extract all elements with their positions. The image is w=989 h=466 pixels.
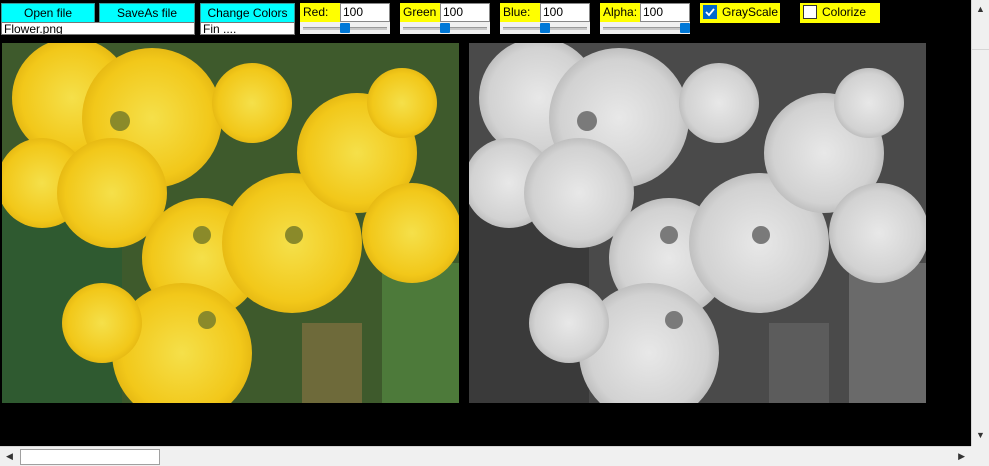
green-slider[interactable] (400, 22, 490, 34)
red-label: Red: (300, 3, 340, 23)
green-label: Green (400, 3, 440, 23)
red-value-input[interactable]: 100 (340, 3, 390, 22)
alpha-slider-track (603, 27, 687, 30)
scroll-down-icon[interactable]: ▼ (976, 431, 985, 440)
scroll-right-icon[interactable]: ▶ (958, 452, 965, 461)
grayscale-flower-picture (469, 43, 926, 403)
red-slider-thumb[interactable] (340, 23, 350, 33)
alpha-slider[interactable] (600, 22, 690, 34)
grayscale-label: GrayScale (722, 5, 779, 19)
horizontal-scrollbar[interactable]: ◀ ▶ (0, 446, 971, 466)
scroll-up-icon[interactable]: ▲ (976, 5, 985, 14)
open-file-button[interactable]: Open file (1, 3, 95, 23)
scroll-left-icon[interactable]: ◀ (6, 452, 13, 461)
horizontal-scroll-thumb[interactable] (20, 449, 160, 465)
grayscale-checkbox[interactable]: GrayScale (700, 3, 780, 23)
alpha-value-input[interactable]: 100 (640, 3, 690, 22)
status-field: Fin .... (200, 22, 295, 35)
saveas-file-button[interactable]: SaveAs file (99, 3, 195, 23)
alpha-label: Alpha: (600, 3, 640, 23)
red-slider[interactable] (300, 22, 390, 34)
grayscale-image (469, 43, 926, 403)
scroll-corner (971, 446, 989, 466)
blue-slider-thumb[interactable] (540, 23, 550, 33)
blue-label: Blue: (500, 3, 540, 23)
colorize-check-icon[interactable] (803, 5, 817, 19)
grayscale-check-icon[interactable] (703, 5, 717, 19)
blue-value-input[interactable]: 100 (540, 3, 590, 22)
change-colors-button[interactable]: Change Colors (200, 3, 295, 23)
vertical-scrollbar[interactable]: ▲ ▼ (971, 0, 989, 446)
green-slider-thumb[interactable] (440, 23, 450, 33)
filename-field[interactable]: Flower.png (1, 22, 195, 35)
original-image (2, 43, 459, 403)
vertical-scroll-thumb[interactable] (972, 18, 989, 50)
blue-slider[interactable] (500, 22, 590, 34)
alpha-slider-thumb[interactable] (680, 23, 690, 33)
colorize-label: Colorize (822, 5, 867, 19)
green-value-input[interactable]: 100 (440, 3, 490, 22)
colorize-checkbox[interactable]: Colorize (800, 3, 880, 23)
original-flower-picture (2, 43, 459, 403)
